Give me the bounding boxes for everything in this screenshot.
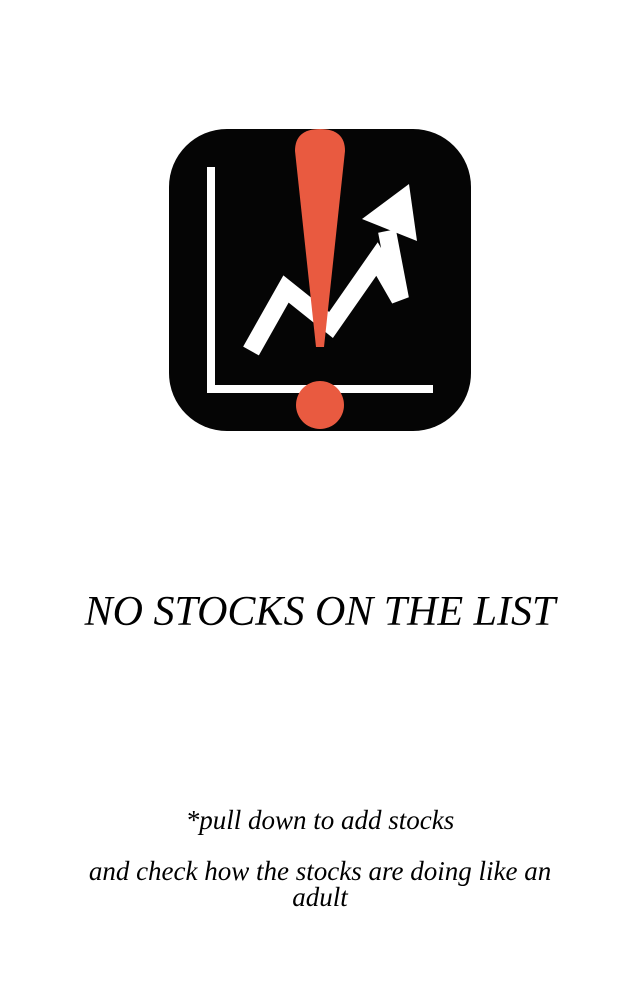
empty-state-title: NO STOCKS ON THE LIST xyxy=(84,589,556,635)
stock-alert-logo-icon xyxy=(169,129,471,431)
empty-state-subtext: and check how the stocks are doing like … xyxy=(88,856,552,912)
pull-to-add-hint: *pull down to add stocks xyxy=(185,805,455,835)
exclamation-dot xyxy=(296,381,344,429)
empty-state-screen[interactable]: NO STOCKS ON THE LIST *pull down to add … xyxy=(0,0,640,990)
